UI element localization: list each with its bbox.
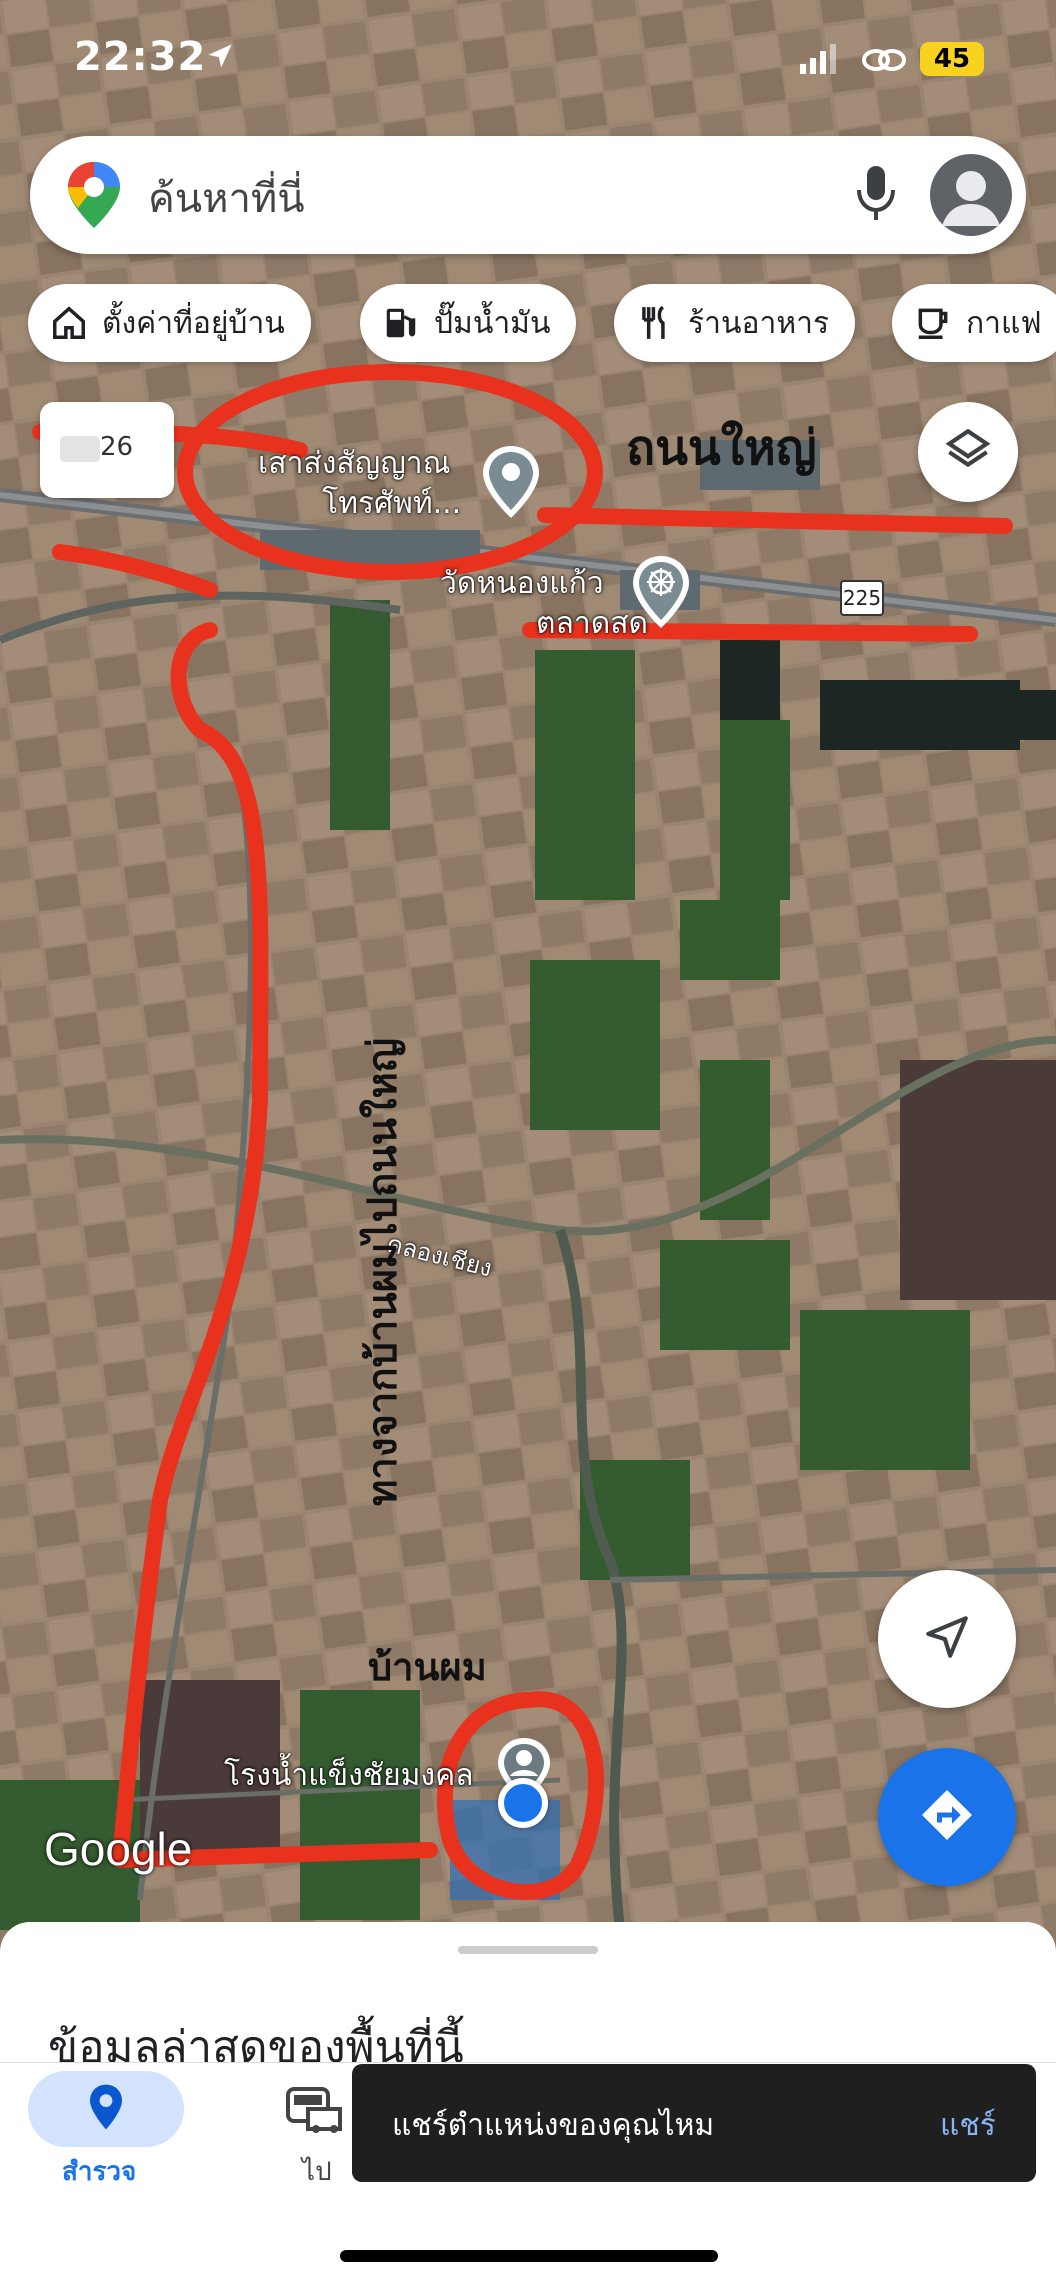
location-pin-icon bbox=[86, 2083, 126, 2135]
category-chips: ตั้งค่าที่อยู่บ้าน ปั๊มน้ำมัน ร้านอาหาร … bbox=[28, 284, 1056, 364]
directions-button[interactable] bbox=[878, 1748, 1016, 1886]
coffee-icon bbox=[914, 304, 952, 342]
status-time: 22:32 bbox=[74, 34, 207, 80]
google-logo: Google bbox=[44, 1823, 193, 1875]
directions-icon bbox=[917, 1785, 977, 1849]
nav-explore-button[interactable] bbox=[28, 2071, 184, 2147]
chip-set-home[interactable]: ตั้งค่าที่อยู่บ้าน bbox=[28, 284, 311, 362]
place-label-tower-line2[interactable]: โทรศัพท์... bbox=[322, 480, 461, 527]
google-maps-pin-icon bbox=[66, 160, 122, 234]
share-location-snackbar: แชร์ตำแหน่งของคุณไหม แชร์ bbox=[352, 2064, 1036, 2182]
search-bar[interactable]: ค้นหาที่นี่ bbox=[30, 136, 1026, 254]
nav-explore-label[interactable]: สำรวจ bbox=[62, 2151, 136, 2192]
snackbar-message: แชร์ตำแหน่งของคุณไหม bbox=[392, 2108, 715, 2143]
place-label-ice-factory[interactable]: โรงน้ำแข็งชัยมงคล bbox=[224, 1752, 474, 1799]
sheet-drag-handle[interactable] bbox=[458, 1946, 598, 1954]
car-bus-icon[interactable] bbox=[284, 2085, 344, 2141]
weather-temperature: 26 bbox=[100, 432, 134, 462]
annotation-main-road: ถนนใหญ่ bbox=[626, 420, 817, 476]
snackbar-share-button[interactable]: แชร์ bbox=[940, 2102, 996, 2149]
layers-button[interactable] bbox=[918, 402, 1018, 502]
weather-icon bbox=[60, 436, 100, 462]
route-shield: 225 bbox=[840, 580, 884, 616]
layers-icon bbox=[943, 425, 993, 479]
chip-restaurant[interactable]: ร้านอาหาร bbox=[614, 284, 856, 362]
nav-go-label[interactable]: ไป bbox=[302, 2151, 332, 2192]
annotation-my-house: บ้านผม bbox=[368, 1645, 487, 1689]
temple-pin-icon[interactable] bbox=[630, 554, 692, 636]
location-arrow-icon bbox=[206, 42, 234, 74]
weather-badge[interactable]: 26 bbox=[40, 402, 174, 498]
navigation-arrow-icon bbox=[922, 1612, 972, 1666]
chip-label: กาแฟ bbox=[966, 305, 1042, 341]
cellular-signal-icon bbox=[800, 44, 840, 78]
chip-gas-station[interactable]: ปั๊มน้ำมัน bbox=[360, 284, 577, 362]
account-avatar[interactable] bbox=[930, 154, 1012, 236]
home-icon bbox=[50, 304, 88, 342]
gas-station-icon bbox=[382, 304, 420, 342]
satellite-map[interactable]: 22:32 45 ค้นหาที่นี่ ตั้งค่าที่อยู่บ้าน … bbox=[0, 0, 1056, 1930]
location-dot bbox=[498, 1778, 548, 1828]
search-placeholder[interactable]: ค้นหาที่นี่ bbox=[148, 166, 305, 230]
my-location-button[interactable] bbox=[878, 1570, 1016, 1708]
hotspot-link-icon bbox=[862, 46, 906, 78]
home-indicator[interactable] bbox=[340, 2250, 718, 2262]
place-pin-icon[interactable] bbox=[480, 444, 542, 526]
microphone-icon[interactable] bbox=[854, 164, 898, 228]
restaurant-icon bbox=[636, 304, 674, 342]
chip-label: ตั้งค่าที่อยู่บ้าน bbox=[102, 305, 285, 341]
chip-label: ร้านอาหาร bbox=[688, 305, 830, 341]
battery-indicator: 45 bbox=[920, 42, 984, 76]
annotation-route-text: ทางจากบ้านผมไปถนนใหญ่ bbox=[359, 1038, 406, 1506]
status-bar: 22:32 45 bbox=[0, 0, 1056, 120]
chip-label: ปั๊มน้ำมัน bbox=[434, 305, 551, 341]
chip-coffee[interactable]: กาแฟ bbox=[892, 284, 1056, 362]
